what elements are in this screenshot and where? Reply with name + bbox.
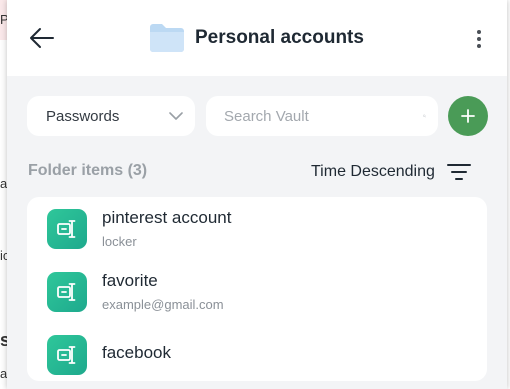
search-input[interactable] bbox=[224, 107, 423, 125]
plus-icon bbox=[461, 109, 475, 123]
password-item-icon bbox=[47, 272, 87, 312]
list-item[interactable]: pinterest account locker bbox=[27, 197, 487, 253]
search-box bbox=[206, 96, 438, 136]
sort-label: Time Descending bbox=[311, 163, 435, 180]
folder-item-count: Folder items (3) bbox=[28, 162, 148, 179]
list-item[interactable]: facebook bbox=[27, 323, 487, 379]
item-type-select[interactable]: Passwords bbox=[27, 96, 195, 136]
item-name: facebook bbox=[102, 343, 171, 362]
add-item-button[interactable] bbox=[448, 96, 488, 136]
folder-icon bbox=[150, 24, 184, 52]
folder-title: Personal accounts bbox=[149, 22, 364, 54]
password-item-icon bbox=[47, 209, 87, 249]
password-item-icon bbox=[47, 335, 87, 375]
search-icon bbox=[423, 114, 426, 118]
sort-icon bbox=[446, 164, 471, 180]
item-subtitle: example@gmail.com bbox=[102, 297, 224, 312]
item-name: pinterest account bbox=[102, 208, 232, 227]
chevron-down-icon bbox=[169, 111, 183, 120]
item-subtitle: locker bbox=[102, 234, 137, 249]
item-type-value: Passwords bbox=[46, 107, 120, 125]
item-name: favorite bbox=[102, 271, 158, 290]
header: Personal accounts bbox=[7, 0, 507, 76]
more-options-button[interactable] bbox=[467, 26, 491, 52]
page-title: Personal accounts bbox=[195, 27, 364, 48]
back-button[interactable] bbox=[27, 24, 57, 52]
more-vertical-icon bbox=[477, 30, 481, 48]
vault-item-list: pinterest account locker favorite exampl… bbox=[27, 197, 487, 381]
arrow-left-icon bbox=[30, 28, 54, 48]
vault-popup: Personal accounts Passwords Folder items… bbox=[7, 0, 507, 389]
sort-button[interactable]: Time Descending bbox=[311, 160, 471, 184]
list-item[interactable]: favorite example@gmail.com bbox=[27, 260, 487, 316]
